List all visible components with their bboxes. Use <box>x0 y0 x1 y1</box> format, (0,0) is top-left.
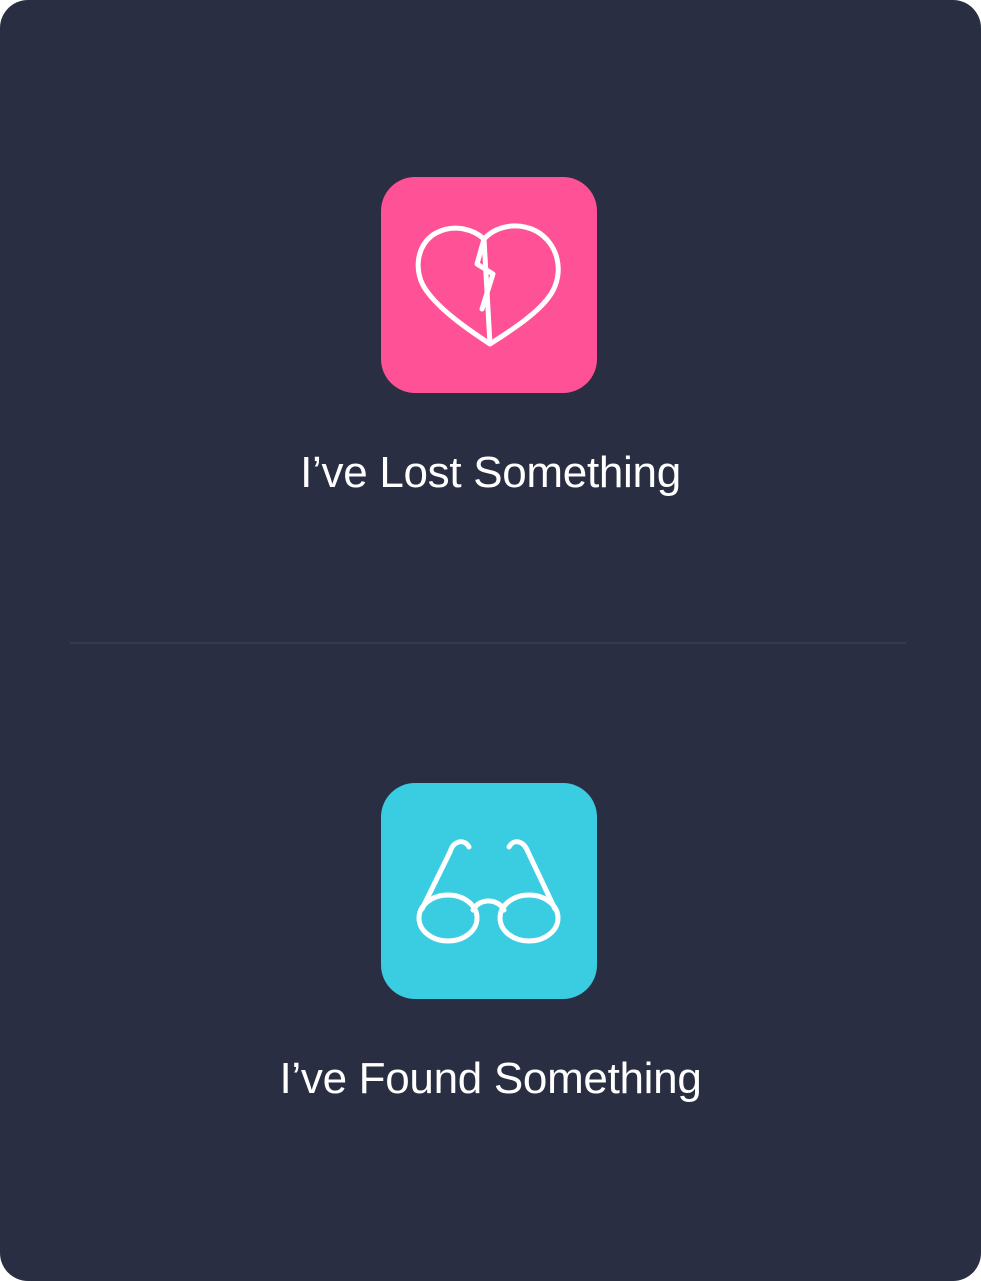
found-something-label[interactable]: I’ve Found Something <box>0 1051 981 1107</box>
lost-icon-tile[interactable] <box>381 177 597 393</box>
found-something-option[interactable]: I’ve Found Something <box>0 746 981 1206</box>
glasses-icon <box>416 839 561 944</box>
lost-something-label[interactable]: I’ve Lost Something <box>0 445 981 501</box>
divider <box>70 642 906 644</box>
found-icon-tile[interactable] <box>381 783 597 999</box>
lost-something-option[interactable]: I’ve Lost Something <box>0 140 981 600</box>
broken-heart-icon <box>415 223 561 347</box>
selection-panel: I’ve Lost Something I’ve Found Something <box>0 0 981 1281</box>
